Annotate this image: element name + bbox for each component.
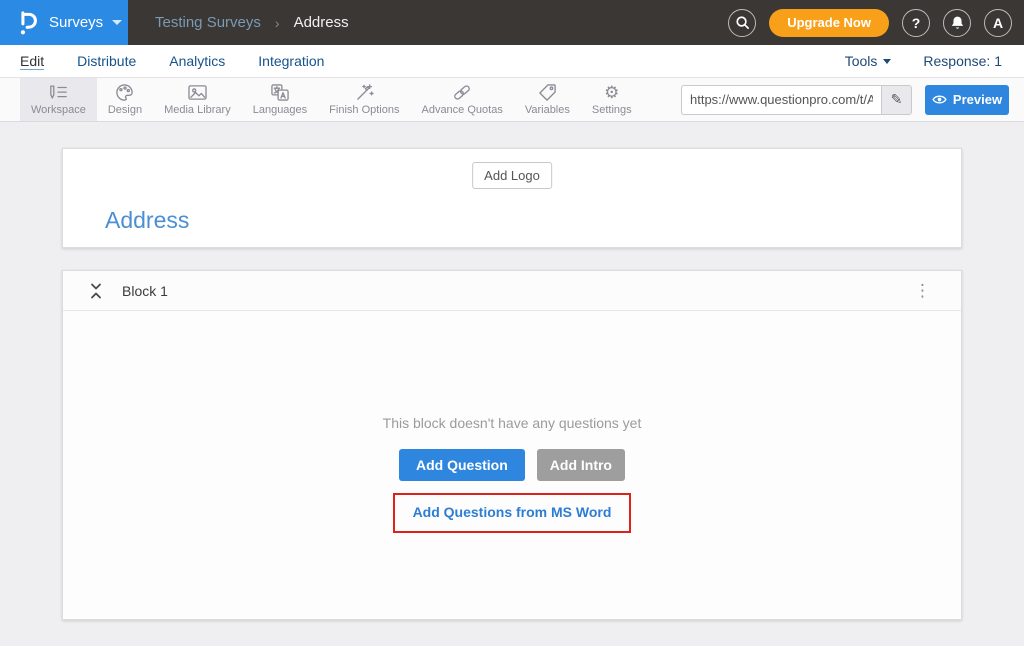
ms-word-highlight-box: Add Questions from MS Word [393,493,632,533]
preview-label: Preview [953,92,1002,107]
block-actions: Add Question Add Intro [399,449,625,481]
add-questions-from-ms-word-link[interactable]: Add Questions from MS Word [413,504,612,520]
survey-url-input[interactable] [681,85,881,115]
survey-url-group: ✎ [681,85,912,115]
toolbar-item-settings[interactable]: ⚙ Settings [581,78,643,121]
avatar[interactable]: A [984,9,1012,37]
toolbar-item-design[interactable]: Design [97,78,153,121]
block-menu-kebab-icon[interactable]: ⋮ [910,280,935,301]
toolbar-item-languages[interactable]: Languages [242,78,318,121]
preview-button[interactable]: Preview [925,85,1009,115]
block-body: This block doesn't have any questions ye… [63,311,961,619]
advance-quotas-icon [452,83,472,102]
chevron-down-icon [112,20,122,25]
nav-right: Tools Response: 1 [845,53,1002,69]
settings-icon: ⚙ [604,83,619,102]
toolbar-item-variables[interactable]: Variables [514,78,581,121]
response-count[interactable]: Response: 1 [923,53,1002,69]
edit-url-button[interactable]: ✎ [881,85,912,115]
block-header: Block 1 ⋮ [63,271,961,311]
upgrade-now-button[interactable]: Upgrade Now [769,9,889,37]
add-question-button[interactable]: Add Question [399,449,525,481]
tab-distribute[interactable]: Distribute [77,53,136,69]
breadcrumb-parent-link[interactable]: Testing Surveys [155,14,261,31]
tools-label: Tools [845,53,878,69]
media-library-icon [187,83,208,102]
eye-icon [932,94,947,105]
search-button[interactable] [728,9,756,37]
tab-edit[interactable]: Edit [20,53,44,69]
pencil-icon: ✎ [891,91,903,108]
search-icon [735,15,750,30]
toolbar-item-media-library[interactable]: Media Library [153,78,242,121]
add-logo-button[interactable]: Add Logo [472,162,552,189]
survey-nav: Edit Distribute Analytics Integration To… [0,45,1024,78]
tab-integration[interactable]: Integration [258,53,324,69]
block-title[interactable]: Block 1 [122,283,168,299]
product-name: Surveys [49,14,103,31]
notifications-button[interactable] [943,9,971,37]
design-icon [115,83,134,102]
workspace-icon [47,83,69,102]
languages-icon [270,83,290,102]
tab-analytics[interactable]: Analytics [169,53,225,69]
toolbar-item-workspace[interactable]: Workspace [20,78,97,121]
survey-header-card: Add Logo Address [62,148,962,248]
finish-options-icon [355,83,374,102]
empty-block-message: This block doesn't have any questions ye… [383,415,642,431]
chevron-down-icon [883,59,891,64]
toolbar-item-advance-quotas[interactable]: Advance Quotas [410,78,513,121]
help-button[interactable]: ? [902,9,930,37]
variables-icon [538,83,557,102]
editor-toolbar: Workspace Design Media Library [0,78,1024,122]
collapse-block-icon[interactable] [89,283,103,299]
questionpro-editor: Surveys Testing Surveys › Address Upgrad… [0,0,1024,646]
add-intro-button[interactable]: Add Intro [537,449,625,481]
avatar-initial: A [993,15,1003,31]
survey-title[interactable]: Address [105,207,189,234]
breadcrumb-current: Address [294,14,349,31]
breadcrumb: Testing Surveys › Address [155,0,349,45]
product-switcher[interactable]: Surveys [0,0,128,45]
tools-dropdown[interactable]: Tools [845,53,892,69]
block-card: Block 1 ⋮ This block doesn't have any qu… [62,270,962,620]
breadcrumb-separator: › [275,15,280,31]
questionpro-logo-icon [17,10,39,36]
survey-canvas: Add Logo Address Block 1 ⋮ This block do… [0,122,1024,620]
app-header: Surveys Testing Surveys › Address Upgrad… [0,0,1024,45]
bell-icon [950,15,965,31]
header-actions: Upgrade Now ? A [728,0,1024,45]
toolbar-item-finish-options[interactable]: Finish Options [318,78,410,121]
question-mark-icon: ? [912,15,921,31]
